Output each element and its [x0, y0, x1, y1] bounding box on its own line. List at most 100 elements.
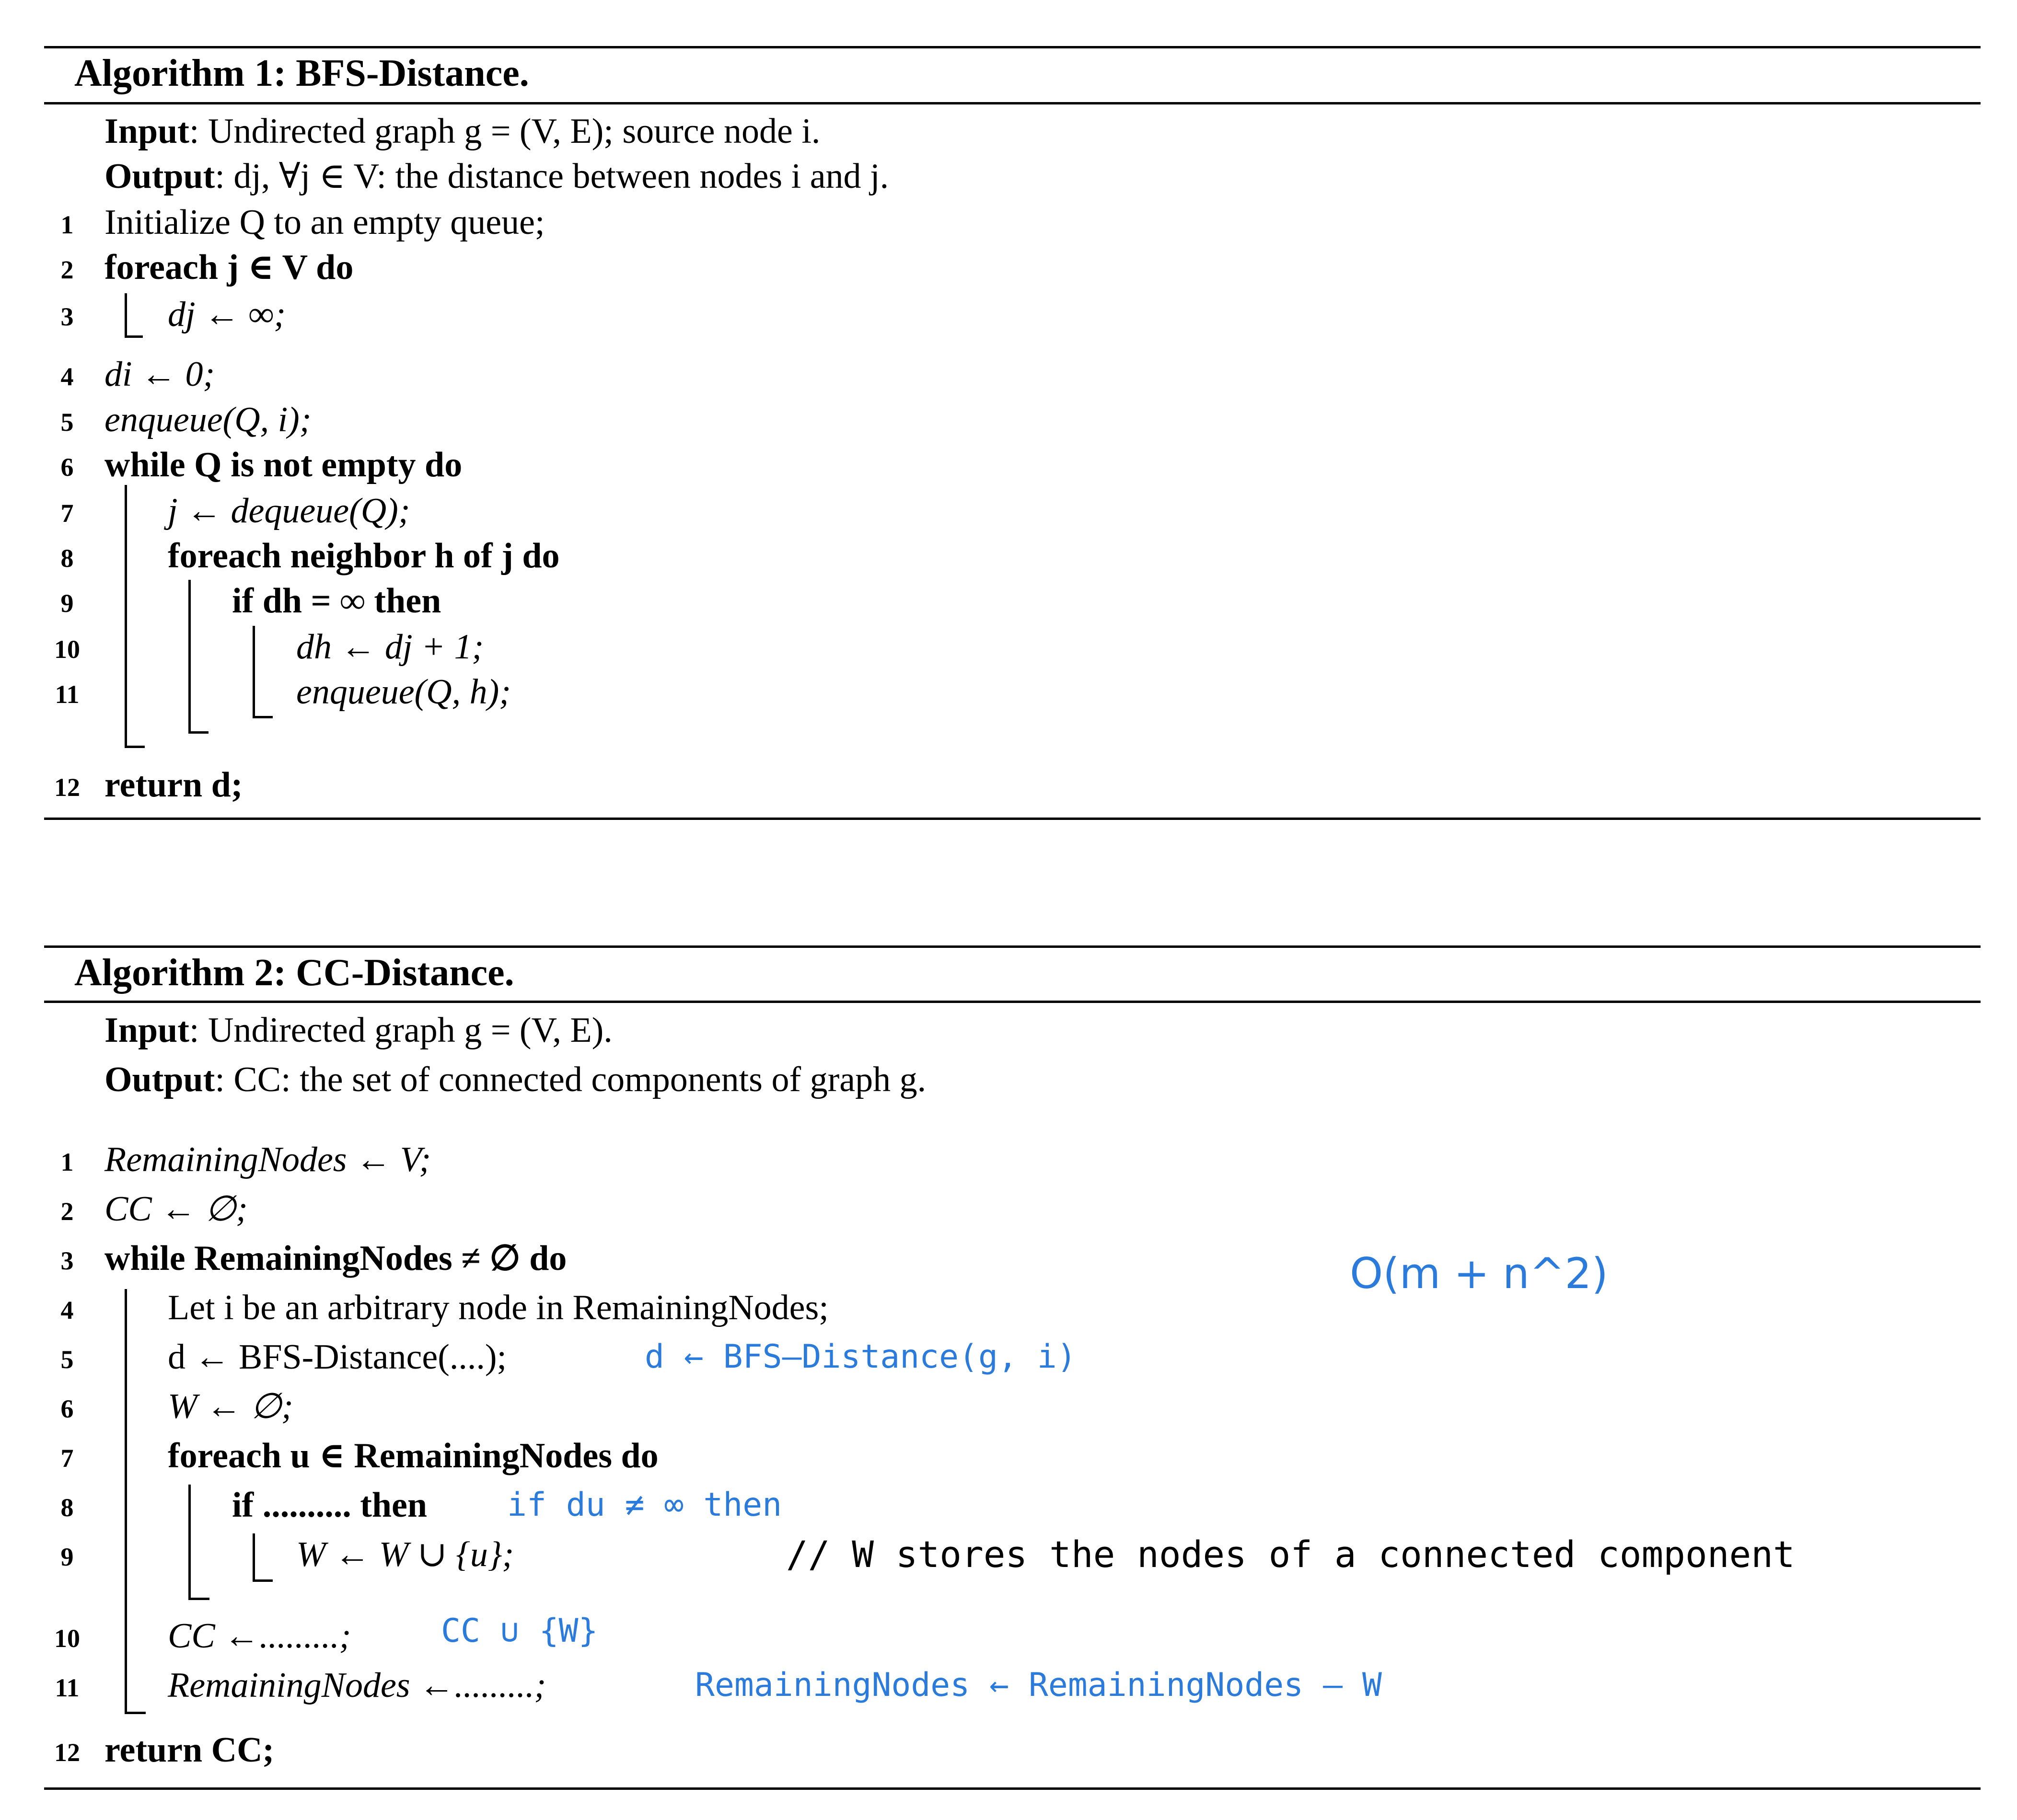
algo1-block-foot-inner-foreach: [188, 731, 209, 734]
line-text: W ← ∅;: [168, 1387, 293, 1426]
line-text: if .......... then: [232, 1486, 427, 1525]
algo2-output-label: Output: [104, 1060, 215, 1099]
algo1-block-bar-foreach: [125, 293, 127, 337]
algo1-output-text: : dj, ∀j ∈ V: the distance between nodes…: [215, 157, 889, 196]
line-text: return CC;: [104, 1730, 275, 1770]
algo1-line: 5 enqueue(Q, i);: [0, 397, 2017, 443]
algo2-bottom-rule: [44, 1787, 1981, 1790]
algo2-block-foot-while: [125, 1712, 146, 1714]
algo1-header-rule: [44, 102, 1981, 104]
line-text: return d;: [104, 765, 243, 805]
line-text: RemainingNodes ← V;: [104, 1140, 431, 1179]
algo1-line: 11 enqueue(Q, h);: [0, 669, 2017, 715]
annotation-line11: RemainingNodes ← RemainingNodes – W: [695, 1666, 1382, 1704]
algo1-line: 2 foreach j ∈ V do: [0, 244, 2017, 290]
algo2-block-bar-foreach: [188, 1485, 191, 1600]
line-number: 5: [60, 1345, 74, 1374]
line-text: foreach j ∈ V do: [104, 248, 354, 287]
line-number: 12: [54, 773, 80, 802]
algo2-header-rule: [44, 1001, 1981, 1003]
algo2-line: 2 CC ← ∅;: [0, 1186, 2017, 1232]
complexity-annotation: O(m + n^2): [1350, 1249, 1608, 1298]
algo1-line: 12 return d;: [0, 762, 2017, 808]
line-text: while Q is not empty do: [104, 445, 463, 484]
algo2-block-bar-while: [125, 1289, 127, 1714]
annotation-line8: if du ≠ ∞ then: [507, 1486, 782, 1524]
line-number: 4: [60, 362, 74, 391]
line-text: j ← dequeue(Q);: [168, 491, 410, 530]
line-number: 11: [55, 680, 80, 709]
line-number: 1: [60, 210, 74, 239]
algo2-line: 6 W ← ∅;: [0, 1383, 2017, 1429]
algo2-line: 10 CC ←.........;: [0, 1613, 2017, 1659]
algo1-title: Algorithm 1: BFS-Distance.: [74, 52, 529, 94]
algo2-block-foot-if: [253, 1579, 273, 1582]
line-text: if dh = ∞ then: [232, 581, 441, 621]
line-text: enqueue(Q, i);: [104, 400, 312, 439]
line-text: CC ← ∅;: [104, 1189, 248, 1229]
algo1-block-foot-if: [253, 716, 273, 718]
algo2-title: Algorithm 2: CC-Distance.: [74, 952, 514, 994]
algo1-output-label: Output: [104, 157, 215, 196]
line-number: 9: [60, 589, 74, 618]
algo2-output: Output: CC: the set of connected compone…: [104, 1057, 926, 1103]
algo2-output-text: : CC: the set of connected components of…: [215, 1060, 927, 1099]
algo1-line: 1 Initialize Q to an empty queue;: [0, 199, 2017, 245]
algo2-line: 12 return CC;: [0, 1727, 2017, 1773]
algo2-line: 1 RemainingNodes ← V;: [0, 1137, 2017, 1183]
algo2-line: 4 Let i be an arbitrary node in Remainin…: [0, 1285, 2017, 1331]
line-text: di ← 0;: [104, 355, 215, 394]
algo2-line9-comment: // W stores the nodes of a connected com…: [786, 1533, 1795, 1576]
line-number: 11: [55, 1673, 80, 1702]
algo1-line: 7 j ← dequeue(Q);: [0, 488, 2017, 534]
line-number: 8: [60, 544, 74, 573]
algo1-line: 6 while Q is not empty do: [0, 442, 2017, 488]
algo2-input: Input: Undirected graph g = (V, E).: [104, 1007, 613, 1053]
algo1-block-bar-inner-foreach: [188, 580, 191, 733]
line-number: 2: [60, 1197, 74, 1226]
algo1-input-text: : Undirected graph g = (V, E); source no…: [189, 112, 821, 151]
line-text: W ← W ∪ {u};: [296, 1535, 514, 1574]
algo2-input-label: Input: [104, 1011, 189, 1050]
annotation-line10: CC ∪ {W}: [441, 1612, 598, 1650]
line-text: d ← BFS-Distance(....);: [168, 1337, 507, 1377]
algo1-line: 3 dj ← ∞;: [0, 291, 2017, 337]
line-text: dh ← dj + 1;: [296, 627, 484, 667]
line-text: while RemainingNodes ≠ ∅ do: [104, 1239, 567, 1278]
line-number: 3: [60, 302, 74, 331]
algo2-line: 8 if .......... then: [0, 1482, 2017, 1528]
line-number: 3: [60, 1246, 74, 1275]
line-number: 8: [60, 1493, 74, 1522]
algo1-block-foot-while: [125, 746, 145, 748]
algo2-line: 3 while RemainingNodes ≠ ∅ do: [0, 1235, 2017, 1281]
line-text: RemainingNodes ←.........;: [168, 1666, 546, 1705]
line-number: 4: [60, 1296, 74, 1325]
algo1-line: 8 foreach neighbor h of j do: [0, 533, 2017, 579]
line-number: 12: [54, 1738, 80, 1767]
algo2-input-text: : Undirected graph g = (V, E).: [189, 1011, 613, 1050]
line-text: dj ← ∞;: [168, 295, 286, 334]
annotation-line5: d ← BFS–Distance(g, i): [645, 1338, 1077, 1376]
algo1-top-rule: [44, 46, 1981, 48]
line-text: foreach u ∈ RemainingNodes do: [168, 1436, 659, 1475]
line-text: Let i be an arbitrary node in RemainingN…: [168, 1288, 829, 1327]
algo2-line: 7 foreach u ∈ RemainingNodes do: [0, 1433, 2017, 1479]
algo2-block-bar-if: [253, 1533, 255, 1581]
line-text: CC ←.........;: [168, 1616, 351, 1656]
algo1-input: Input: Undirected graph g = (V, E); sour…: [104, 108, 820, 154]
line-text: enqueue(Q, h);: [296, 672, 511, 712]
line-text: Initialize Q to an empty queue;: [104, 203, 545, 242]
algo1-block-bar-while: [125, 485, 127, 748]
line-number: 7: [60, 1444, 74, 1473]
algo1-line: 9 if dh = ∞ then: [0, 578, 2017, 624]
algo1-line: 4 di ← 0;: [0, 351, 2017, 397]
line-number: 7: [60, 499, 74, 528]
line-number: 10: [54, 635, 80, 664]
algo1-block-foot-foreach: [125, 335, 143, 338]
algo1-input-label: Input: [104, 112, 189, 151]
algo1-line: 10 dh ← dj + 1;: [0, 624, 2017, 670]
algo1-output: Output: dj, ∀j ∈ V: the distance between…: [104, 153, 889, 199]
line-number: 6: [60, 453, 74, 482]
line-number: 6: [60, 1394, 74, 1423]
algo1-bottom-rule: [44, 818, 1981, 820]
